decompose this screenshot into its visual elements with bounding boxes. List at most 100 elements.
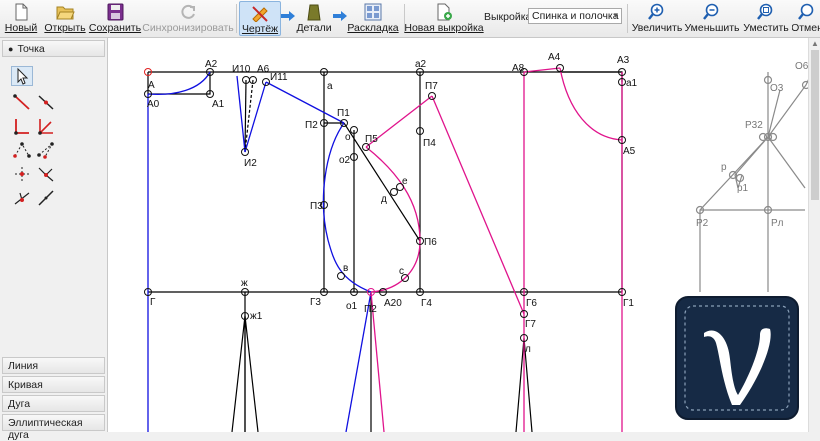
front-contour <box>365 67 623 432</box>
point-label: a <box>327 81 333 92</box>
open-folder-icon <box>56 6 75 20</box>
cancel-zoom-icon <box>798 3 814 20</box>
point-label: Г6 <box>526 298 537 309</box>
point-label: л <box>525 344 531 355</box>
point-label: A6 <box>257 64 270 75</box>
point-label: с <box>399 266 404 277</box>
drawing-canvas[interactable]: A A0 A1 A2 И10 A6 И11 И2 a a2 A8 A4 A3 a… <box>108 38 808 432</box>
pattern-drawing[interactable]: A A0 A1 A2 И10 A6 И11 И2 a a2 A8 A4 A3 a… <box>108 38 808 432</box>
normal-icon <box>14 119 29 135</box>
height-icon <box>14 192 30 205</box>
line-intersect-icon <box>38 190 54 206</box>
reference-pattern <box>695 72 808 292</box>
triangle-points-icon <box>13 142 31 158</box>
zoom-out-icon <box>703 3 719 20</box>
layout-mode-label: Раскладка <box>347 22 399 34</box>
sync-button[interactable]: Синхронизировать <box>142 1 234 36</box>
line-tools-label: Линия <box>8 360 39 372</box>
normal-tool[interactable] <box>11 116 33 136</box>
shoulder-point-tool[interactable] <box>35 140 57 160</box>
new-file-icon <box>15 3 28 21</box>
layout-mode-button[interactable]: Раскладка <box>347 1 399 36</box>
point-label: A <box>148 80 155 91</box>
point-label: A3 <box>617 55 630 66</box>
bisector-icon <box>38 119 53 135</box>
point-label: Г <box>150 297 156 308</box>
line-intersect-axis-tool[interactable] <box>35 188 57 208</box>
cancel-button[interactable]: Отмен <box>792 1 820 36</box>
save-disk-icon <box>107 3 124 21</box>
arrow-pointer-tool[interactable] <box>11 66 33 86</box>
reference-label: О6 <box>795 61 808 72</box>
point-label: П3 <box>310 201 323 212</box>
intersection-tool[interactable] <box>11 164 33 184</box>
fit-button[interactable]: Уместить <box>742 1 790 36</box>
point-label: П1 <box>337 108 350 119</box>
back-contour <box>147 71 372 432</box>
along-line-tool[interactable] <box>35 92 57 112</box>
point-label: П7 <box>425 81 438 92</box>
pattern-label: Выкройка: <box>484 11 535 23</box>
point-label: Г7 <box>525 319 536 330</box>
save-label: Сохранить <box>88 22 142 34</box>
point-label: д <box>381 194 387 205</box>
curve-tools-label: Кривая <box>8 379 43 391</box>
draft-mode-button[interactable]: Чертёж <box>239 1 281 36</box>
point-label: a2 <box>415 59 427 70</box>
new-label: Новый <box>4 22 38 34</box>
reference-label: Р32 <box>745 120 763 131</box>
open-label: Открыть <box>44 22 86 34</box>
line-point-tool[interactable] <box>11 92 33 112</box>
point-label: A5 <box>623 146 636 157</box>
point-label: о <box>345 132 351 143</box>
open-button[interactable]: Открыть <box>42 1 88 36</box>
zoom-in-label: Увеличить <box>631 22 683 34</box>
details-mode-button[interactable]: Детали <box>295 1 333 36</box>
point-label: Г4 <box>421 298 432 309</box>
point-label: A4 <box>548 52 561 63</box>
point-label: И10 <box>232 64 251 75</box>
pattern-select[interactable]: Спинка и полочка ▾ <box>528 8 622 24</box>
point-of-contact-tool[interactable] <box>35 164 57 184</box>
point-label: ж <box>241 278 248 289</box>
scrollbar-thumb[interactable] <box>811 50 819 200</box>
main-toolbar: Новый Открыть Сохранить Синхронизировать… <box>0 0 820 38</box>
point-tools-label: Точка <box>17 43 45 55</box>
zoom-out-button[interactable]: Уменьшить <box>684 1 740 36</box>
details-piece-icon <box>307 4 321 21</box>
triangle-tool[interactable] <box>11 140 33 160</box>
point-label: П2 <box>364 304 377 315</box>
scroll-up-icon[interactable]: ▲ <box>811 39 819 48</box>
contact-point-icon <box>38 167 54 182</box>
arrow-right-icon <box>281 11 295 21</box>
tools-panel: ● Точка Линия Кривая Дуга Эллиптическая … <box>0 38 108 441</box>
point-tools-header[interactable]: ● Точка <box>2 40 105 57</box>
vertical-scrollbar[interactable]: ▲ <box>808 38 820 432</box>
new-button[interactable]: Новый <box>3 1 39 36</box>
bisector-tool[interactable] <box>35 116 57 136</box>
reference-label: Р2 <box>696 218 709 229</box>
save-button[interactable]: Сохранить <box>88 1 142 36</box>
arc-tools-header[interactable]: Дуга <box>2 395 105 412</box>
draft-mode-label: Чертёж <box>241 23 279 35</box>
reference-label: р1 <box>737 183 749 194</box>
point-label: A1 <box>212 99 225 110</box>
layout-grid-icon <box>364 3 382 21</box>
point-label: И2 <box>244 158 257 169</box>
point-label: Г1 <box>623 298 634 309</box>
new-pattern-button[interactable]: Новая выкройка <box>404 1 484 36</box>
arrow-right-icon <box>333 11 347 21</box>
cursor-arrow-icon <box>17 67 29 85</box>
zoom-in-button[interactable]: Увеличить <box>632 1 682 36</box>
point-label: е <box>402 176 408 187</box>
point-label: ж1 <box>250 311 263 322</box>
fit-label: Уместить <box>743 22 789 34</box>
height-tool[interactable] <box>11 188 33 208</box>
new-pattern-icon <box>437 3 452 21</box>
cancel-label: Отмен <box>792 22 820 34</box>
elliptical-arc-tools-header[interactable]: Эллиптическая дуга <box>2 414 105 441</box>
point-bullet-icon: ● <box>8 44 14 54</box>
line-tools-header[interactable]: Линия <box>2 357 105 374</box>
point-label: о2 <box>339 155 351 166</box>
curve-tools-header[interactable]: Кривая <box>2 376 105 393</box>
